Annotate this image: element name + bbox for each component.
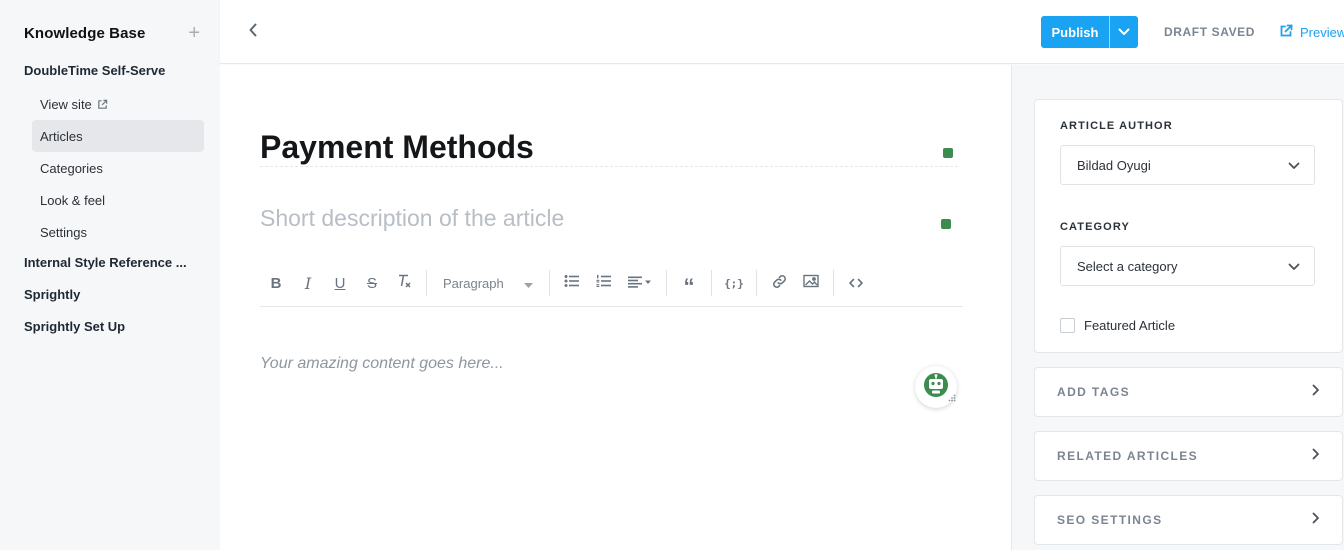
preview-link[interactable]: Preview [1279, 24, 1344, 41]
sidebar-header: Knowledge Base + [24, 22, 200, 44]
source-code-button[interactable] [840, 268, 872, 298]
align-icon [628, 275, 652, 292]
sidebar-item-settings[interactable]: Settings [32, 216, 204, 248]
site-name[interactable]: DoubleTime Self-Serve [24, 63, 194, 78]
code-block-button[interactable]: {;} [718, 268, 750, 298]
italic-icon: I [304, 273, 312, 293]
article-description-input[interactable]: Short description of the article [260, 203, 960, 233]
sidebar-section-sprightly[interactable]: Sprightly [24, 287, 194, 302]
article-details-card: ARTICLE AUTHOR Bildad Oyugi CATEGORY Sel… [1034, 99, 1343, 353]
preview-label: Preview [1300, 25, 1344, 40]
sidebar-item-articles[interactable]: Articles [32, 120, 204, 152]
code-block-icon: {;} [724, 276, 744, 290]
grammar-indicator[interactable] [943, 148, 953, 158]
sidebar-item-look-and-feel[interactable]: Look & feel [32, 184, 204, 216]
sidebar-item-categories[interactable]: Categories [32, 152, 204, 184]
publish-button-group: Publish [1041, 16, 1138, 48]
link-icon [772, 274, 787, 293]
external-link-icon [1279, 24, 1300, 41]
robot-icon [923, 372, 949, 403]
sidebar-section-sprightly-set-up[interactable]: Sprightly Set Up [24, 319, 194, 334]
sidebar-item-label: Articles [40, 128, 83, 144]
sidebar-item-label: View site [40, 96, 92, 112]
chevron-down-icon [1118, 23, 1130, 41]
clear-format-button[interactable] [388, 268, 420, 298]
numbered-list-button[interactable] [588, 268, 620, 298]
bold-button[interactable]: B [260, 268, 292, 298]
chevron-right-icon [1312, 511, 1320, 529]
underline-icon: U [334, 274, 346, 292]
seo-settings-label: SEO SETTINGS [1057, 513, 1163, 527]
quote-icon: “ [683, 274, 695, 299]
featured-article-label: Featured Article [1084, 318, 1176, 333]
strikethrough-button[interactable]: S [356, 268, 388, 298]
article-settings-panel: ARTICLE AUTHOR Bildad Oyugi CATEGORY Sel… [1011, 65, 1344, 550]
sidebar-item-label: Categories [40, 160, 103, 176]
image-button[interactable] [795, 268, 827, 298]
toolbar-divider [426, 270, 427, 296]
sidebar: Knowledge Base + DoubleTime Self-Serve V… [0, 0, 220, 550]
category-label: CATEGORY [1060, 221, 1130, 233]
related-articles-label: RELATED ARTICLES [1057, 449, 1199, 463]
strikethrough-icon: S [366, 274, 377, 292]
publish-options-button[interactable] [1109, 16, 1138, 48]
seo-settings-section[interactable]: SEO SETTINGS [1034, 495, 1343, 545]
category-placeholder: Select a category [1077, 258, 1178, 274]
link-button[interactable] [763, 268, 795, 298]
quote-button[interactable]: “ [673, 268, 705, 298]
author-select[interactable]: Bildad Oyugi [1060, 145, 1315, 185]
editor-toolbar: B I U S Paragraph “ {;} [260, 260, 963, 307]
bullet-list-icon [564, 274, 580, 292]
numbered-list-icon [596, 274, 612, 292]
back-button[interactable] [244, 22, 262, 42]
toolbar-divider [711, 270, 712, 296]
toolbar-divider [549, 270, 550, 296]
grammar-assistant-button[interactable] [915, 366, 957, 408]
category-select[interactable]: Select a category [1060, 246, 1315, 286]
article-content-editor[interactable]: Your amazing content goes here... [260, 355, 504, 373]
sidebar-item-view-site[interactable]: View site [32, 88, 204, 120]
caret-down-icon [524, 276, 533, 291]
add-tags-label: ADD TAGS [1057, 385, 1130, 399]
sidebar-section-internal-style[interactable]: Internal Style Reference ... [24, 255, 194, 270]
author-value: Bildad Oyugi [1077, 157, 1151, 173]
editor: Payment Methods Short description of the… [220, 65, 1011, 550]
paragraph-select[interactable]: Paragraph [433, 268, 543, 298]
sidebar-item-label: Settings [40, 224, 87, 240]
toolbar-divider [756, 270, 757, 296]
toolbar-divider [666, 270, 667, 296]
featured-article-checkbox[interactable] [1060, 318, 1075, 333]
add-tags-section[interactable]: ADD TAGS [1034, 367, 1343, 417]
image-icon [803, 274, 819, 292]
source-code-icon [849, 275, 863, 292]
toolbar-divider [833, 270, 834, 296]
featured-article-toggle[interactable]: Featured Article [1060, 318, 1175, 333]
related-articles-section[interactable]: RELATED ARTICLES [1034, 431, 1343, 481]
chevron-left-icon [248, 23, 258, 42]
resize-handle-icon [948, 389, 956, 407]
top-bar: Publish DRAFT SAVED Preview [220, 0, 1344, 64]
underline-button[interactable]: U [324, 268, 356, 298]
article-title-input[interactable]: Payment Methods [260, 127, 958, 167]
sidebar-item-label: Look & feel [40, 192, 106, 208]
chevron-down-icon [1288, 158, 1300, 173]
external-link-icon [97, 99, 108, 110]
bold-icon: B [270, 274, 282, 292]
chevron-down-icon [1288, 259, 1300, 274]
chevron-right-icon [1312, 447, 1320, 465]
sidebar-title: Knowledge Base [24, 24, 146, 42]
draft-status: DRAFT SAVED [1164, 25, 1256, 39]
chevron-right-icon [1312, 383, 1320, 401]
publish-button[interactable]: Publish [1041, 16, 1109, 48]
italic-button[interactable]: I [292, 268, 324, 298]
paragraph-select-label: Paragraph [443, 275, 504, 291]
plus-icon[interactable]: + [188, 23, 200, 43]
grammar-indicator[interactable] [941, 219, 951, 229]
bullet-list-button[interactable] [556, 268, 588, 298]
author-label: ARTICLE AUTHOR [1060, 120, 1173, 132]
clear-format-icon [396, 273, 412, 293]
align-button[interactable] [620, 268, 660, 298]
